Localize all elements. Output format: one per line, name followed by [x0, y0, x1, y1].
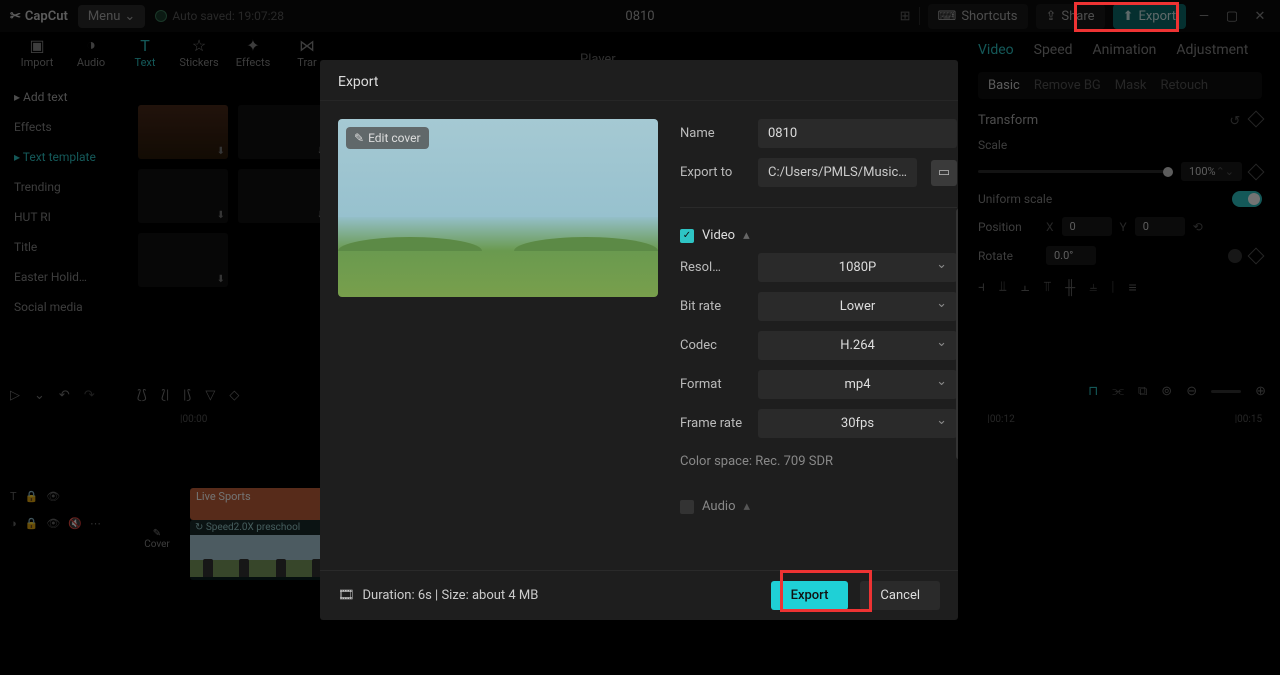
export-path: C:/Users/PMLS/Music…	[758, 158, 917, 187]
video-section-header[interactable]: ✓ Video ▴	[680, 228, 957, 243]
collapse-icon: ▴	[743, 499, 750, 514]
bitrate-label: Bit rate	[680, 299, 748, 314]
codec-label: Codec	[680, 338, 748, 353]
video-checkbox[interactable]: ✓	[680, 229, 694, 243]
pencil-icon: ✎	[354, 131, 364, 145]
film-icon: 🎞	[338, 588, 355, 603]
format-select[interactable]: mp4	[758, 370, 957, 399]
edit-cover-button[interactable]: ✎Edit cover	[346, 127, 429, 149]
codec-select[interactable]: H.264	[758, 331, 957, 360]
export-button[interactable]: Export	[771, 581, 849, 610]
export-info: 🎞 Duration: 6s | Size: about 4 MB	[338, 588, 538, 603]
bitrate-select[interactable]: Lower	[758, 292, 957, 321]
audio-checkbox[interactable]: ✓	[680, 500, 694, 514]
name-input[interactable]	[758, 119, 957, 148]
colorspace-info: Color space: Rec. 709 SDR	[680, 454, 957, 469]
cancel-button[interactable]: Cancel	[860, 581, 940, 610]
framerate-label: Frame rate	[680, 416, 748, 431]
format-label: Format	[680, 377, 748, 392]
cover-preview: ✎Edit cover	[338, 119, 658, 297]
export-to-label: Export to	[680, 165, 748, 180]
audio-section-header[interactable]: ✓ Audio ▴	[680, 499, 957, 514]
modal-scrollbar[interactable]	[956, 209, 958, 459]
modal-title: Export	[320, 60, 958, 101]
export-modal: Export ✎Edit cover Name Export to C:/Use…	[320, 60, 958, 620]
collapse-icon: ▴	[743, 228, 750, 243]
name-label: Name	[680, 126, 748, 141]
folder-icon[interactable]: ▭	[931, 160, 957, 186]
framerate-select[interactable]: 30fps	[758, 409, 957, 438]
resolution-select[interactable]: 1080P	[758, 253, 957, 282]
resolution-label: Resol…	[680, 260, 748, 275]
